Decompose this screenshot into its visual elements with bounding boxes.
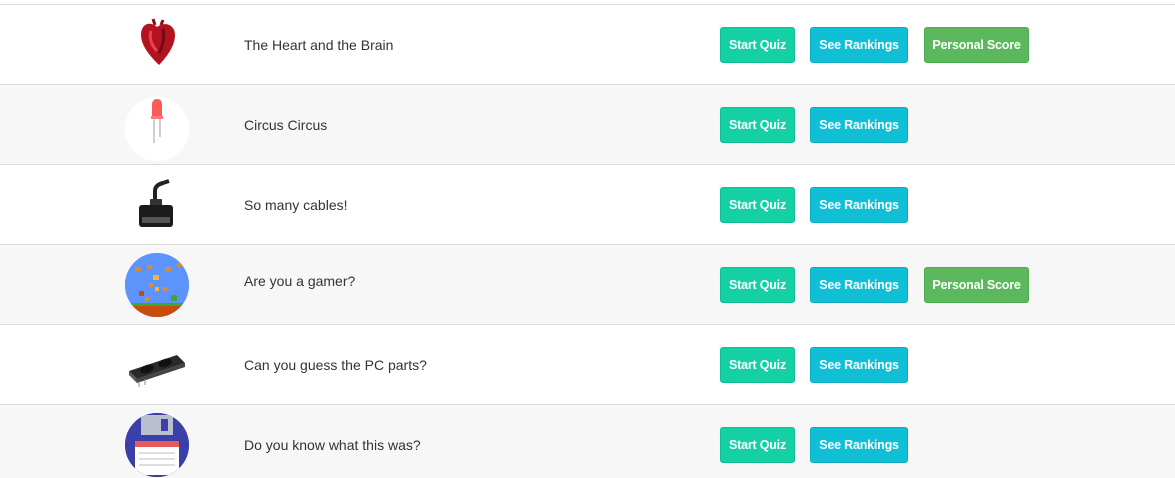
quiz-row: Do you know what this was? Start Quiz Se… [0,405,1175,478]
quiz-row: Are you a gamer? Start Quiz See Rankings… [0,245,1175,325]
quiz-title: Are you a gamer? [244,273,356,289]
quiz-row: Can you guess the PC parts? Start Quiz S… [0,325,1175,405]
floppy-disk-icon [125,413,189,477]
see-rankings-button[interactable]: See Rankings [810,107,908,143]
graphics-card-icon [125,333,189,397]
quiz-title: So many cables! [244,197,348,213]
quiz-row: So many cables! Start Quiz See Rankings [0,165,1175,245]
see-rankings-button[interactable]: See Rankings [810,187,908,223]
see-rankings-button[interactable]: See Rankings [810,427,908,463]
start-quiz-button[interactable]: Start Quiz [720,427,795,463]
quiz-list-table: The Heart and the Brain Start Quiz See R… [0,4,1175,478]
quiz-title: Can you guess the PC parts? [244,357,427,373]
quiz-row: Circus Circus Start Quiz See Rankings [0,85,1175,165]
see-rankings-button[interactable]: See Rankings [810,267,908,303]
quiz-title: Circus Circus [244,117,328,133]
personal-score-button[interactable]: Personal Score [924,267,1029,303]
quiz-title: The Heart and the Brain [244,37,394,53]
anatomical-heart-icon [125,13,189,77]
see-rankings-button[interactable]: See Rankings [810,347,908,383]
quiz-title: Do you know what this was? [244,437,421,453]
cable-plug-icon [125,173,189,237]
pixel-game-scene-icon [125,253,189,317]
personal-score-button[interactable]: Personal Score [924,27,1029,63]
quiz-row: The Heart and the Brain Start Quiz See R… [0,5,1175,85]
see-rankings-button[interactable]: See Rankings [810,27,908,63]
red-led-icon [125,97,189,161]
start-quiz-button[interactable]: Start Quiz [720,347,795,383]
start-quiz-button[interactable]: Start Quiz [720,187,795,223]
start-quiz-button[interactable]: Start Quiz [720,27,795,63]
start-quiz-button[interactable]: Start Quiz [720,267,795,303]
start-quiz-button[interactable]: Start Quiz [720,107,795,143]
